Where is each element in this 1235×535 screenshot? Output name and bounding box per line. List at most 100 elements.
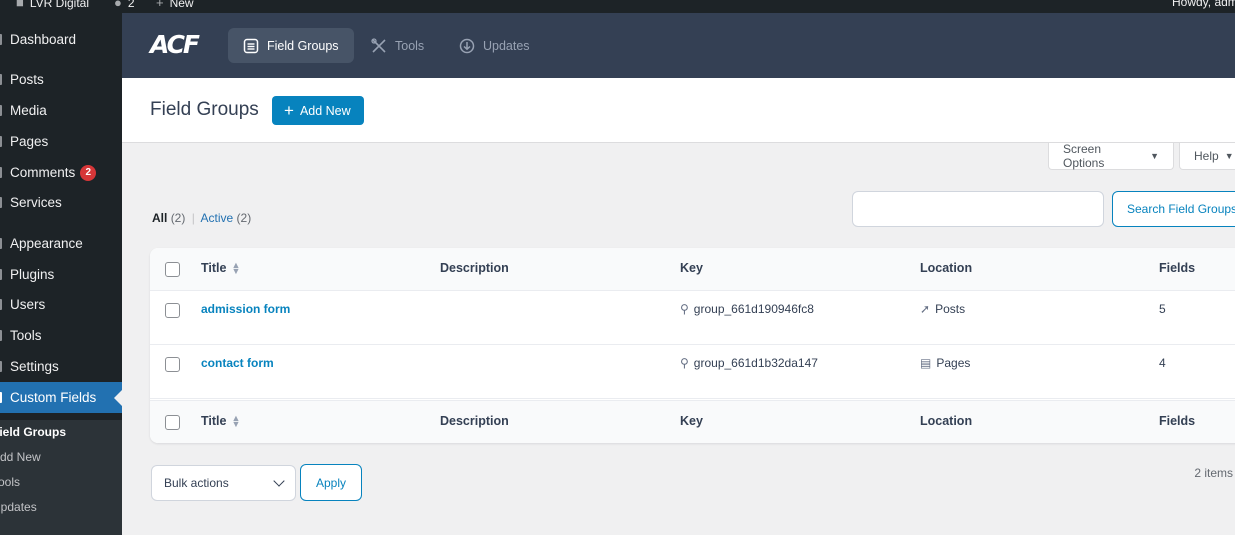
table-header: Title ▲ ▼ Description Key Location Fields	[150, 248, 1235, 291]
sidebar-item-plugins[interactable]: Plugins	[0, 259, 122, 290]
column-key: Key	[680, 414, 703, 428]
row-key: ⚲ group_661d1b32da147	[680, 356, 818, 370]
comments-badge: 2	[80, 164, 97, 181]
custom-fields-icon	[0, 392, 2, 403]
help-button[interactable]: Help ▼	[1179, 143, 1235, 170]
row-checkbox[interactable]	[165, 357, 180, 372]
items-count: 2 items	[1194, 466, 1233, 480]
sidebar-item-label: Settings	[10, 359, 59, 374]
posts-icon	[0, 74, 2, 85]
tab-updates[interactable]: Updates	[444, 28, 545, 63]
pages-icon	[0, 136, 2, 147]
status-filters: All (2) | Active (2)	[152, 211, 251, 225]
sidebar-item-media[interactable]: Media	[0, 95, 122, 126]
column-location: Location	[920, 414, 973, 428]
tab-label: Updates	[483, 38, 530, 53]
tab-tools[interactable]: Tools	[356, 28, 439, 63]
bulk-actions-select[interactable]: Bulk actions	[151, 465, 296, 501]
comment-icon: ●	[114, 0, 122, 10]
plus-icon: +	[156, 0, 164, 10]
caret-down-icon: ▼	[1150, 151, 1159, 161]
caret-down-icon: ▼	[1224, 151, 1234, 161]
column-title[interactable]: Title ▲ ▼	[201, 260, 241, 276]
add-new-button[interactable]: + Add New	[272, 96, 364, 125]
add-new-label: Add New	[299, 103, 351, 118]
screen-options-label: Screen Options	[1063, 142, 1105, 170]
filter-all[interactable]: All	[152, 211, 167, 225]
services-icon	[0, 197, 2, 208]
row-location: ➚ Posts	[920, 302, 965, 316]
sidebar-item-tools[interactable]: Tools	[0, 320, 122, 351]
sidebar-item-users[interactable]: Users	[0, 289, 122, 320]
row-key: ⚲ group_661d190946fc8	[680, 302, 814, 316]
sidebar-item-appearance[interactable]: Appearance	[0, 228, 122, 259]
row-key-text: group_661d190946fc8	[693, 302, 814, 316]
sidebar-item-label: Appearance	[10, 236, 83, 251]
sidebar-item-posts[interactable]: Posts	[0, 64, 122, 95]
column-key: Key	[680, 261, 703, 275]
filter-active[interactable]: Active	[201, 211, 234, 225]
download-circle-icon	[459, 38, 475, 53]
tab-field-groups[interactable]: Field Groups	[228, 28, 354, 63]
sort-icon: ▲ ▼	[231, 260, 241, 276]
help-label: Help	[1194, 149, 1219, 163]
row-title-link[interactable]: admission form	[201, 302, 290, 316]
row-title-link[interactable]: contact form	[201, 356, 274, 370]
column-title[interactable]: Title ▲ ▼	[201, 413, 241, 429]
chevron-down-icon	[273, 475, 285, 487]
search-field-groups-button[interactable]: Search Field Groups	[1112, 191, 1235, 227]
howdy-text: Howdy, adm	[1172, 0, 1235, 9]
submenu-tools[interactable]: Tools	[0, 475, 20, 489]
column-description: Description	[440, 414, 509, 428]
select-all-checkbox[interactable]	[165, 262, 180, 277]
select-all-checkbox[interactable]	[165, 415, 180, 430]
tools-icon	[0, 330, 2, 341]
dashboard-icon	[0, 34, 2, 45]
row-checkbox[interactable]	[165, 303, 180, 318]
sidebar-item-services[interactable]: Services	[0, 187, 122, 218]
admin-bar: ■ LVR Digital ● 2 + New Howdy, adm	[0, 0, 1235, 13]
home-icon: ■	[16, 0, 24, 10]
column-title-label: Title	[201, 414, 227, 428]
submenu-field-groups[interactable]: Field Groups	[0, 425, 66, 439]
sidebar-item-label: Custom Fields	[10, 390, 97, 405]
search-input[interactable]	[852, 191, 1104, 227]
plugins-icon	[0, 269, 2, 280]
column-location: Location	[920, 261, 973, 275]
row-location-text: Pages	[936, 356, 971, 370]
comments-link[interactable]: ● 2	[114, 0, 135, 10]
sidebar-item-dashboard[interactable]: Dashboard	[0, 24, 122, 55]
howdy-user[interactable]: Howdy, adm	[1172, 0, 1235, 9]
acf-header: ACF Field Groups Tools Updates	[122, 13, 1235, 78]
new-content-link[interactable]: + New	[156, 0, 194, 10]
pages-icon: ▤	[920, 356, 932, 370]
tools-icon	[371, 37, 386, 53]
admin-sidebar: Dashboard Posts Media Pages Comments 2 Se…	[0, 13, 122, 535]
sidebar-item-label: Plugins	[10, 267, 55, 282]
submenu-add-new[interactable]: Add New	[0, 450, 41, 464]
site-name-link[interactable]: ■ LVR Digital	[16, 0, 89, 10]
row-location: ▤ Pages	[920, 356, 970, 370]
list-icon	[243, 38, 259, 53]
sidebar-item-label: Services	[10, 195, 62, 210]
sidebar-item-settings[interactable]: Settings	[0, 351, 122, 382]
title-bar: Field Groups + Add New	[122, 78, 1235, 143]
sidebar-item-comments[interactable]: Comments 2	[0, 157, 122, 188]
apply-button[interactable]: Apply	[300, 464, 362, 501]
bulk-actions-value: Bulk actions	[164, 476, 229, 490]
column-fields: Fields	[1159, 414, 1196, 428]
media-icon	[0, 105, 2, 116]
filter-all-count: (2)	[170, 211, 186, 225]
custom-fields-submenu: Field Groups Add New Tools Updates	[0, 420, 122, 535]
page-title: Field Groups	[150, 99, 259, 120]
sidebar-item-label: Posts	[10, 72, 44, 87]
sort-icon: ▲ ▼	[231, 413, 241, 429]
sidebar-item-pages[interactable]: Pages	[0, 126, 122, 157]
sidebar-item-custom-fields[interactable]: Custom Fields	[0, 382, 122, 413]
plus-icon: +	[284, 101, 294, 120]
row-fields: 4	[1159, 356, 1166, 370]
screen-options-button[interactable]: Screen Options ▼	[1048, 142, 1174, 170]
submenu-updates[interactable]: Updates	[0, 500, 37, 514]
users-icon	[0, 299, 2, 310]
tab-label: Field Groups	[267, 38, 339, 53]
